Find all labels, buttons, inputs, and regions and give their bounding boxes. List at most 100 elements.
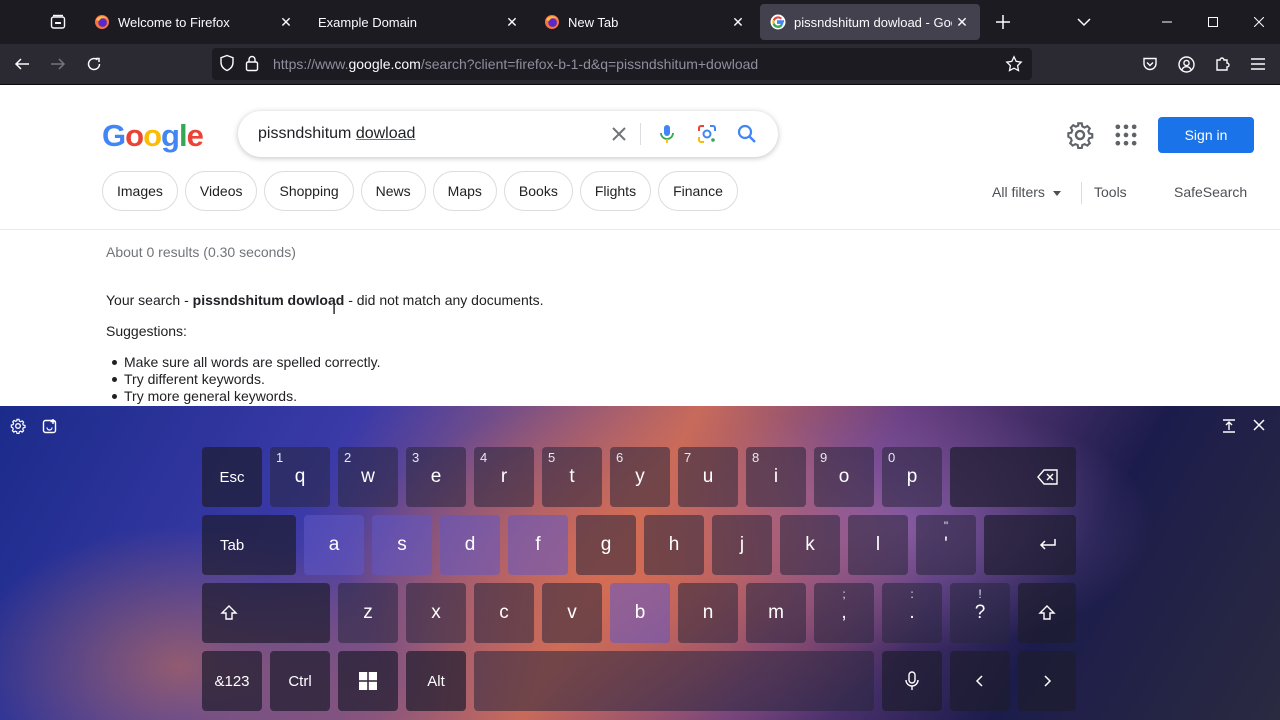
key-question[interactable]: !? [950,583,1010,643]
key-p[interactable]: 0p [882,447,942,507]
key-arrow-left[interactable] [950,651,1010,711]
key-f[interactable]: f [508,515,568,575]
close-tab-icon[interactable]: ✕ [502,12,522,32]
account-button[interactable] [1172,50,1200,78]
key-h[interactable]: h [644,515,704,575]
key-alt[interactable]: Alt [406,651,466,711]
new-tab-button[interactable] [989,8,1017,36]
google-apps-button[interactable] [1112,121,1140,154]
chip-flights[interactable]: Flights [579,171,652,211]
key-v[interactable]: v [542,583,602,643]
keyboard-settings-button[interactable] [10,418,26,439]
enter-icon [1039,539,1056,550]
key-a[interactable]: a [304,515,364,575]
back-button[interactable] [8,50,36,78]
key-b[interactable]: b [610,583,670,643]
keyboard-layout-button[interactable] [1221,418,1237,439]
tracking-protection-icon[interactable] [218,54,236,77]
chip-videos[interactable]: Videos [184,171,258,211]
key-k[interactable]: k [780,515,840,575]
pocket-button[interactable] [1136,50,1164,78]
key-t[interactable]: 5t [542,447,602,507]
safesearch-button[interactable]: SafeSearch [1174,184,1247,200]
close-tab-icon[interactable]: ✕ [952,12,972,32]
chip-books[interactable]: Books [503,171,573,211]
key-j[interactable]: j [712,515,772,575]
all-filters-button[interactable]: All filters [992,184,1061,200]
key-s[interactable]: s [372,515,432,575]
chip-maps[interactable]: Maps [432,171,497,211]
chip-shopping[interactable]: Shopping [264,171,354,211]
key-space[interactable] [474,651,874,711]
close-keyboard-button[interactable] [1252,418,1266,437]
list-all-tabs-button[interactable] [1070,8,1098,36]
key-period[interactable]: :. [882,583,942,643]
clear-search-button[interactable] [608,123,630,150]
address-bar[interactable]: https://www.google.com/search?client=fir… [212,48,1032,80]
key-m[interactable]: m [746,583,806,643]
key-r[interactable]: 4r [474,447,534,507]
key-d[interactable]: d [440,515,500,575]
forward-button[interactable] [44,50,72,78]
close-tab-icon[interactable]: ✕ [728,12,748,32]
quick-settings-button[interactable] [1066,121,1094,154]
tab-new-tab[interactable]: New Tab ✕ [534,4,756,40]
key-o[interactable]: 9o [814,447,874,507]
url-text[interactable]: https://www.google.com/search?client=fir… [273,56,758,72]
key-y[interactable]: 6y [610,447,670,507]
extensions-button[interactable] [1208,50,1236,78]
close-tab-icon[interactable]: ✕ [276,12,296,32]
maximize-button[interactable] [1190,0,1236,44]
key-comma[interactable]: ;, [814,583,874,643]
key-c[interactable]: c [474,583,534,643]
sign-in-button[interactable]: Sign in [1158,117,1254,153]
key-shift-left[interactable] [202,583,330,643]
key-e[interactable]: 3e [406,447,466,507]
key-symbols[interactable]: &123 [202,651,262,711]
key-hint: 6 [616,450,624,465]
app-menu-button[interactable] [1244,50,1272,78]
firefox-view-button[interactable] [44,8,72,36]
key-l[interactable]: l [848,515,908,575]
key-q[interactable]: 1q [270,447,330,507]
key-shift-right[interactable] [1018,583,1076,643]
key-ctrl[interactable]: Ctrl [270,651,330,711]
key-g[interactable]: g [576,515,636,575]
tab-welcome-to-firefox[interactable]: Welcome to Firefox ✕ [84,4,304,40]
bookmark-star-icon[interactable] [1000,50,1028,78]
no-match-suffix: - did not match any documents. [344,292,544,308]
chip-news[interactable]: News [360,171,426,211]
key-i[interactable]: 8i [746,447,806,507]
tab-example-domain[interactable]: Example Domain ✕ [308,4,530,40]
key-esc[interactable]: Esc [202,447,262,507]
key-label: . [909,602,915,623]
key-apostrophe[interactable]: " ' [916,515,976,575]
key-w[interactable]: 2w [338,447,398,507]
tab-google-search[interactable]: pissndshitum dowload - Google ✕ [760,4,980,40]
search-button[interactable] [736,123,758,150]
key-enter[interactable] [984,515,1076,575]
chip-images[interactable]: Images [102,171,178,211]
search-filter-chips: Images Videos Shopping News Maps Books F… [102,171,738,211]
voice-search-button[interactable] [656,123,678,150]
google-logo[interactable]: Google [102,118,204,154]
emoji-panel-button[interactable] [42,418,58,439]
lock-icon[interactable] [244,54,260,77]
key-n[interactable]: n [678,583,738,643]
apps-grid-icon [1115,124,1137,146]
minimize-button[interactable] [1144,0,1190,44]
key-u[interactable]: 7u [678,447,738,507]
key-z[interactable]: z [338,583,398,643]
tools-button[interactable]: Tools [1094,184,1127,200]
search-by-image-button[interactable] [696,123,718,150]
key-arrow-right[interactable] [1018,651,1076,711]
key-windows[interactable] [338,651,398,711]
key-backspace[interactable] [950,447,1076,507]
reload-button[interactable] [80,50,108,78]
chip-finance[interactable]: Finance [658,171,738,211]
key-dictation[interactable] [882,651,942,711]
close-window-button[interactable] [1236,0,1280,44]
search-input[interactable]: pissndshitum dowload [258,125,578,143]
key-x[interactable]: x [406,583,466,643]
key-tab[interactable]: Tab [202,515,296,575]
